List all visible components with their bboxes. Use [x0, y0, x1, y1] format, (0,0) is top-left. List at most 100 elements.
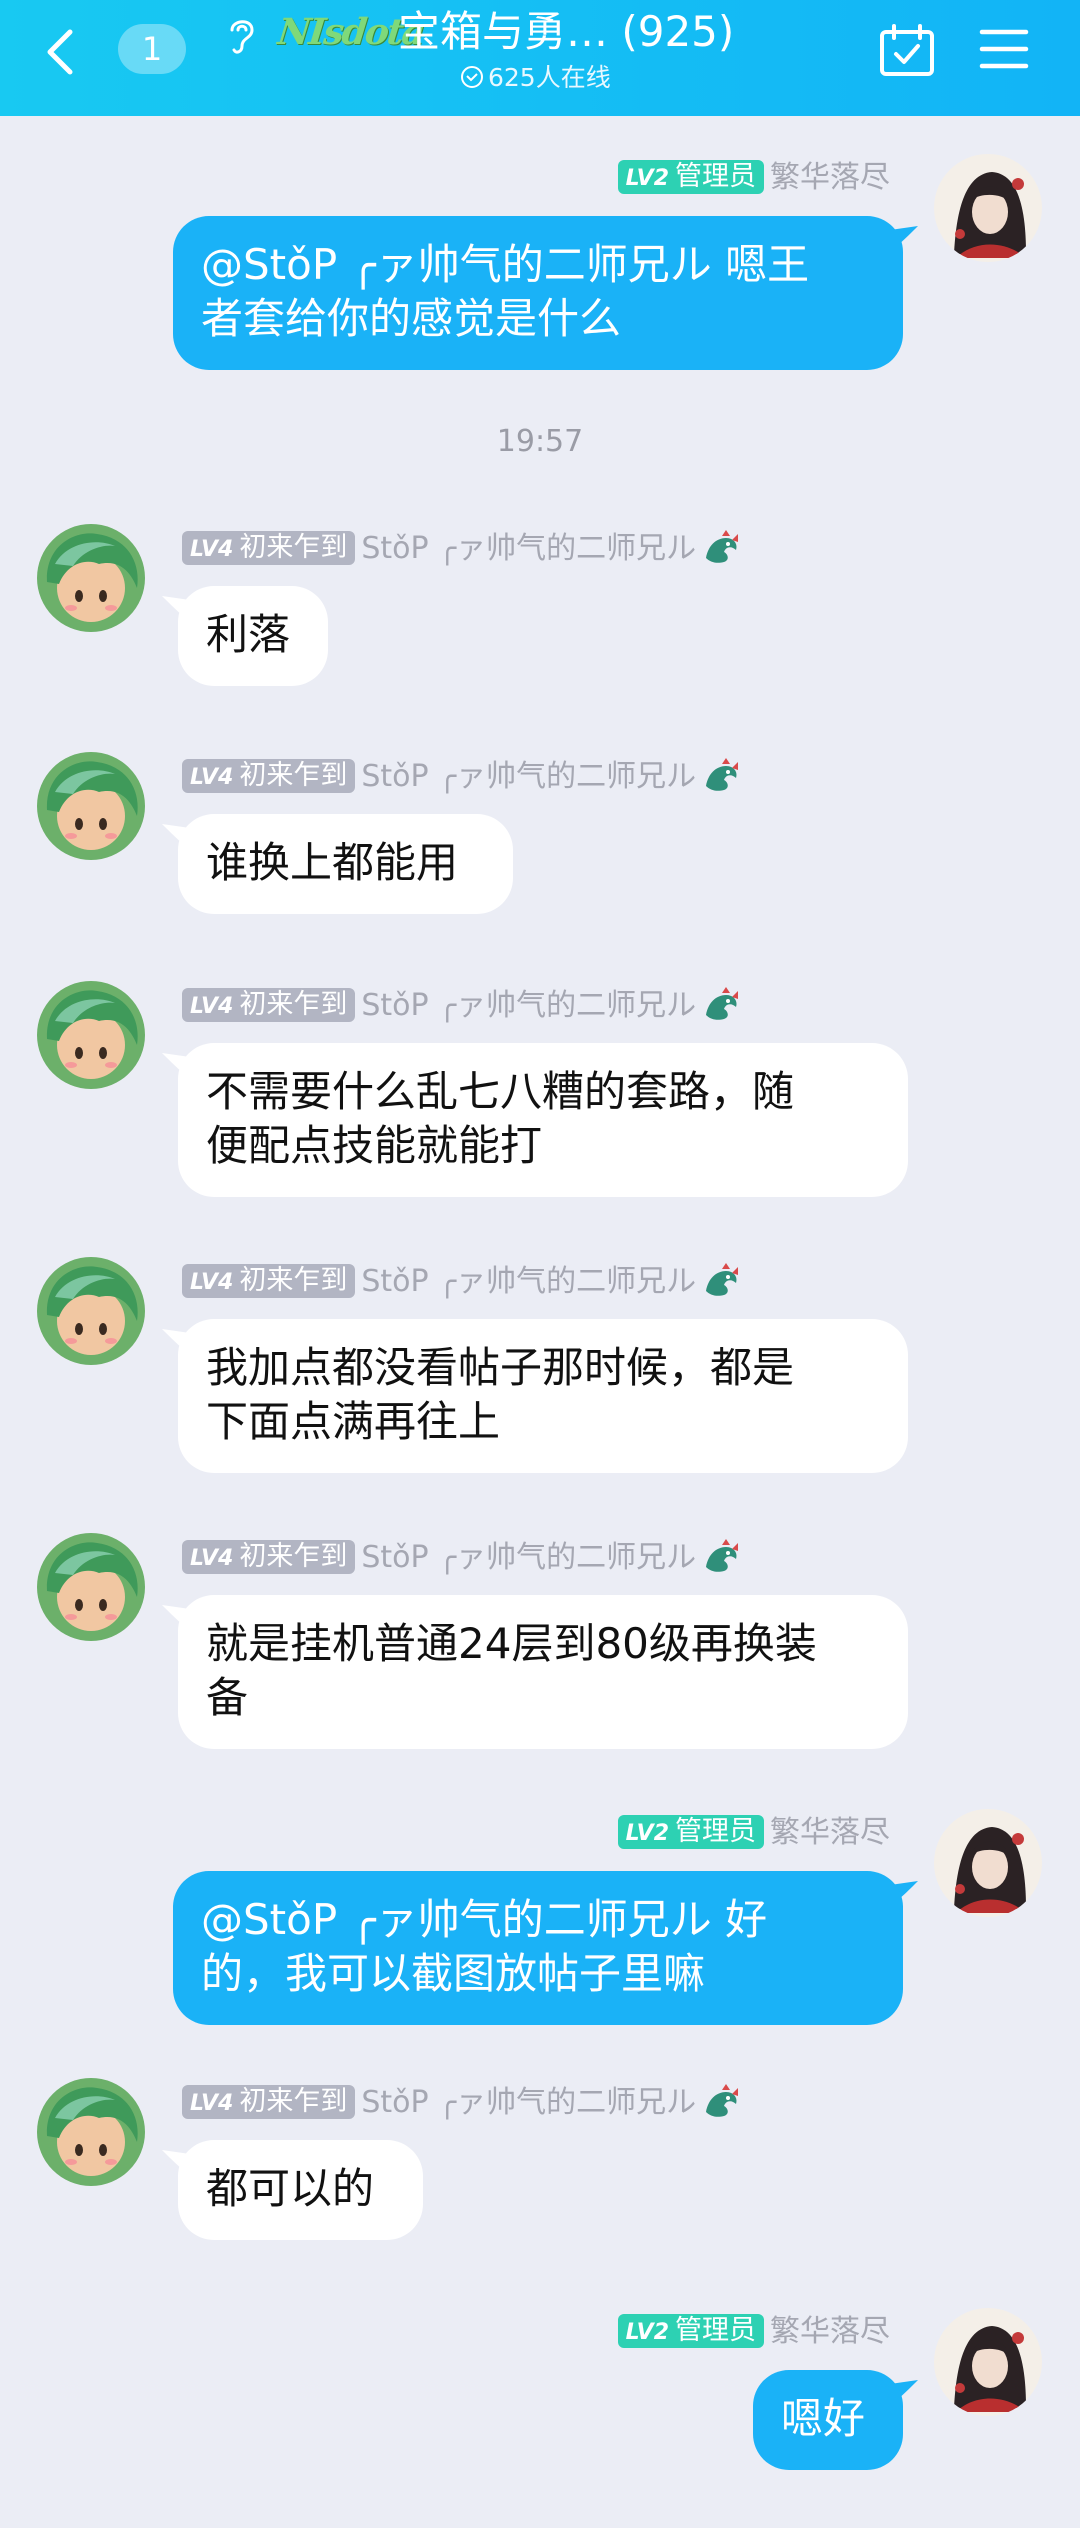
message-text: 就是挂机普通24层到80级再换装 — [206, 1619, 817, 1668]
back-icon[interactable] — [40, 24, 84, 80]
chat-message: LV4 初来乍到 StǒP ╭ァ帅气的二师兄ル 谁换上都能用 — [0, 752, 1080, 972]
avatar[interactable] — [37, 981, 145, 1089]
sender-meta: LV2 管理员 繁华落尽 — [617, 1813, 890, 1853]
level-text: LV2 — [625, 2320, 669, 2345]
avatar[interactable] — [934, 154, 1042, 262]
message-text: 利落 — [206, 610, 291, 659]
role-title: 初来乍到 — [239, 1265, 348, 1296]
level-text: LV4 — [190, 1546, 234, 1571]
role-title: 初来乍到 — [239, 1541, 348, 1572]
level-badge: LV4 初来乍到 — [182, 759, 356, 793]
chat-message: LV4 初来乍到 StǒP ╭ァ帅气的二师兄ル 我加点都没看帖子那时候，都是 下面点满再… — [0, 1257, 1080, 1477]
sender-name[interactable]: StǒP ╭ァ帅气的二师兄ル — [361, 1264, 696, 1299]
message-text: 嗯好 — [781, 2394, 866, 2443]
level-badge: LV4 初来乍到 — [182, 531, 356, 565]
level-text: LV2 — [625, 1821, 669, 1846]
sender-meta: LV4 初来乍到 StǒP ╭ァ帅气的二师兄ル — [182, 985, 742, 1025]
online-check-icon — [461, 66, 483, 88]
avatar[interactable] — [37, 2078, 145, 2186]
avatar[interactable] — [37, 1533, 145, 1641]
sender-name[interactable]: StǒP ╭ァ帅气的二师兄ル — [361, 988, 696, 1023]
level-badge: LV4 初来乍到 — [182, 988, 356, 1022]
chat-message: LV2 管理员 繁华落尽 @StǒP ╭ァ帅气的二师兄ル 嗯王 者套给你的感觉是什么 — [0, 154, 1080, 374]
sender-meta: LV4 初来乍到 StǒP ╭ァ帅气的二师兄ル — [182, 2082, 742, 2122]
role-title: 初来乍到 — [239, 2086, 348, 2117]
chat-header: 1 NIsdota 宝箱与勇… (925) 625人在线 — [0, 0, 1080, 116]
sender-name[interactable]: StǒP ╭ァ帅气的二师兄ル — [361, 1540, 696, 1575]
avatar[interactable] — [37, 1257, 145, 1365]
message-bubble[interactable]: 不需要什么乱七八糟的套路，随 便配点技能就能打 — [178, 1043, 908, 1197]
level-badge: LV4 初来乍到 — [182, 1264, 356, 1298]
message-bubble[interactable]: @StǒP ╭ァ帅气的二师兄ル 好的，我可以截图放帖子里嘛 — [173, 1871, 903, 2025]
online-text: 625人在线 — [488, 63, 611, 92]
message-text: 者套给你的感觉是什么 — [201, 294, 622, 343]
group-logo: NIsdota — [275, 11, 426, 53]
message-text: 便配点技能就能打 — [206, 1121, 543, 1170]
dragon-icon — [706, 987, 739, 1020]
sender-name[interactable]: StǒP ╭ァ帅气的二师兄ル — [361, 2085, 696, 2120]
avatar[interactable] — [37, 524, 145, 632]
ear-icon[interactable] — [224, 14, 260, 58]
message-text: 不需要什么乱七八糟的套路，随 — [206, 1067, 795, 1116]
message-bubble[interactable]: 嗯好 — [753, 2370, 903, 2470]
dragon-icon — [706, 1263, 739, 1296]
sender-meta: LV4 初来乍到 StǒP ╭ァ帅气的二师兄ル — [182, 528, 742, 568]
sender-meta: LV4 初来乍到 StǒP ╭ァ帅气的二师兄ル — [182, 1537, 742, 1577]
level-text: LV2 — [625, 166, 669, 191]
sender-meta: LV4 初来乍到 StǒP ╭ァ帅气的二师兄ル — [182, 756, 742, 796]
sender-name[interactable]: 繁华落尽 — [770, 1815, 890, 1850]
sender-meta: LV2 管理员 繁华落尽 — [617, 2312, 890, 2352]
group-title[interactable]: 宝箱与勇… (925) — [398, 4, 778, 60]
level-badge: LV2 管理员 — [617, 1815, 764, 1849]
dragon-icon — [706, 1539, 739, 1572]
message-bubble[interactable]: 谁换上都能用 — [178, 814, 513, 914]
timestamp: 19:57 — [496, 424, 584, 459]
chat-message: LV2 管理员 繁华落尽 @StǒP ╭ァ帅气的二师兄ル 好的，我可以截图放帖子里嘛 — [0, 1809, 1080, 2029]
message-bubble[interactable]: 都可以的 — [178, 2140, 423, 2240]
chat-area[interactable]: 19:57 LV2 管理员 繁华落尽 @StǒP ╭ァ帅气的二师兄ル 嗯王 者套给你的感觉… — [0, 116, 1080, 2495]
role-title: 管理员 — [675, 2315, 756, 2346]
calendar-check-icon[interactable] — [878, 22, 936, 78]
dragon-icon — [706, 2084, 739, 2117]
message-text: 的，我可以截图放帖子里嘛 — [201, 1949, 706, 1998]
chat-message: LV2 管理员 繁华落尽嗯好 — [0, 2308, 1080, 2528]
level-text: LV4 — [190, 537, 234, 562]
message-text: @StǒP ╭ァ帅气的二师兄ル 好 — [201, 1895, 768, 1944]
avatar[interactable] — [934, 1809, 1042, 1917]
level-badge: LV2 管理员 — [617, 2314, 764, 2348]
sender-meta: LV4 初来乍到 StǒP ╭ァ帅气的二师兄ル — [182, 1261, 742, 1301]
avatar[interactable] — [934, 2308, 1042, 2416]
sender-name[interactable]: 繁华落尽 — [770, 2314, 890, 2349]
role-title: 初来乍到 — [239, 760, 348, 791]
chat-message: LV4 初来乍到 StǒP ╭ァ帅气的二师兄ル 利落 — [0, 524, 1080, 744]
message-text: 我加点都没看帖子那时候，都是 — [206, 1343, 795, 1392]
level-badge: LV4 初来乍到 — [182, 1540, 356, 1574]
message-bubble[interactable]: 我加点都没看帖子那时候，都是 下面点满再往上 — [178, 1319, 908, 1473]
level-text: LV4 — [190, 1270, 234, 1295]
role-title: 初来乍到 — [239, 532, 348, 563]
sender-name[interactable]: StǒP ╭ァ帅气的二师兄ル — [361, 759, 696, 794]
dragon-icon — [706, 758, 739, 791]
menu-icon[interactable] — [978, 26, 1030, 72]
unread-count-badge[interactable]: 1 — [118, 24, 186, 74]
sender-name[interactable]: 繁华落尽 — [770, 160, 890, 195]
level-text: LV4 — [190, 2091, 234, 2116]
message-text: 都可以的 — [206, 2164, 375, 2213]
sender-name[interactable]: StǒP ╭ァ帅气的二师兄ル — [361, 531, 696, 566]
message-text: @StǒP ╭ァ帅气的二师兄ル 嗯王 — [201, 240, 810, 289]
sender-meta: LV2 管理员 繁华落尽 — [617, 158, 890, 198]
message-bubble[interactable]: 就是挂机普通24层到80级再换装备 — [178, 1595, 908, 1749]
message-text: 谁换上都能用 — [206, 838, 459, 887]
chat-message: LV4 初来乍到 StǒP ╭ァ帅气的二师兄ル 就是挂机普通24层到80级再换装备 — [0, 1533, 1080, 1753]
message-text: 下面点满再往上 — [206, 1397, 501, 1446]
dragon-icon — [706, 530, 739, 563]
role-title: 管理员 — [675, 161, 756, 192]
role-title: 管理员 — [675, 1816, 756, 1847]
chat-message: LV4 初来乍到 StǒP ╭ァ帅气的二师兄ル 不需要什么乱七八糟的套路，随 便配点技能… — [0, 981, 1080, 1201]
avatar[interactable] — [37, 752, 145, 860]
message-bubble[interactable]: 利落 — [178, 586, 328, 686]
message-bubble[interactable]: @StǒP ╭ァ帅气的二师兄ル 嗯王 者套给你的感觉是什么 — [173, 216, 903, 370]
level-text: LV4 — [190, 994, 234, 1019]
role-title: 初来乍到 — [239, 989, 348, 1020]
level-text: LV4 — [190, 765, 234, 790]
